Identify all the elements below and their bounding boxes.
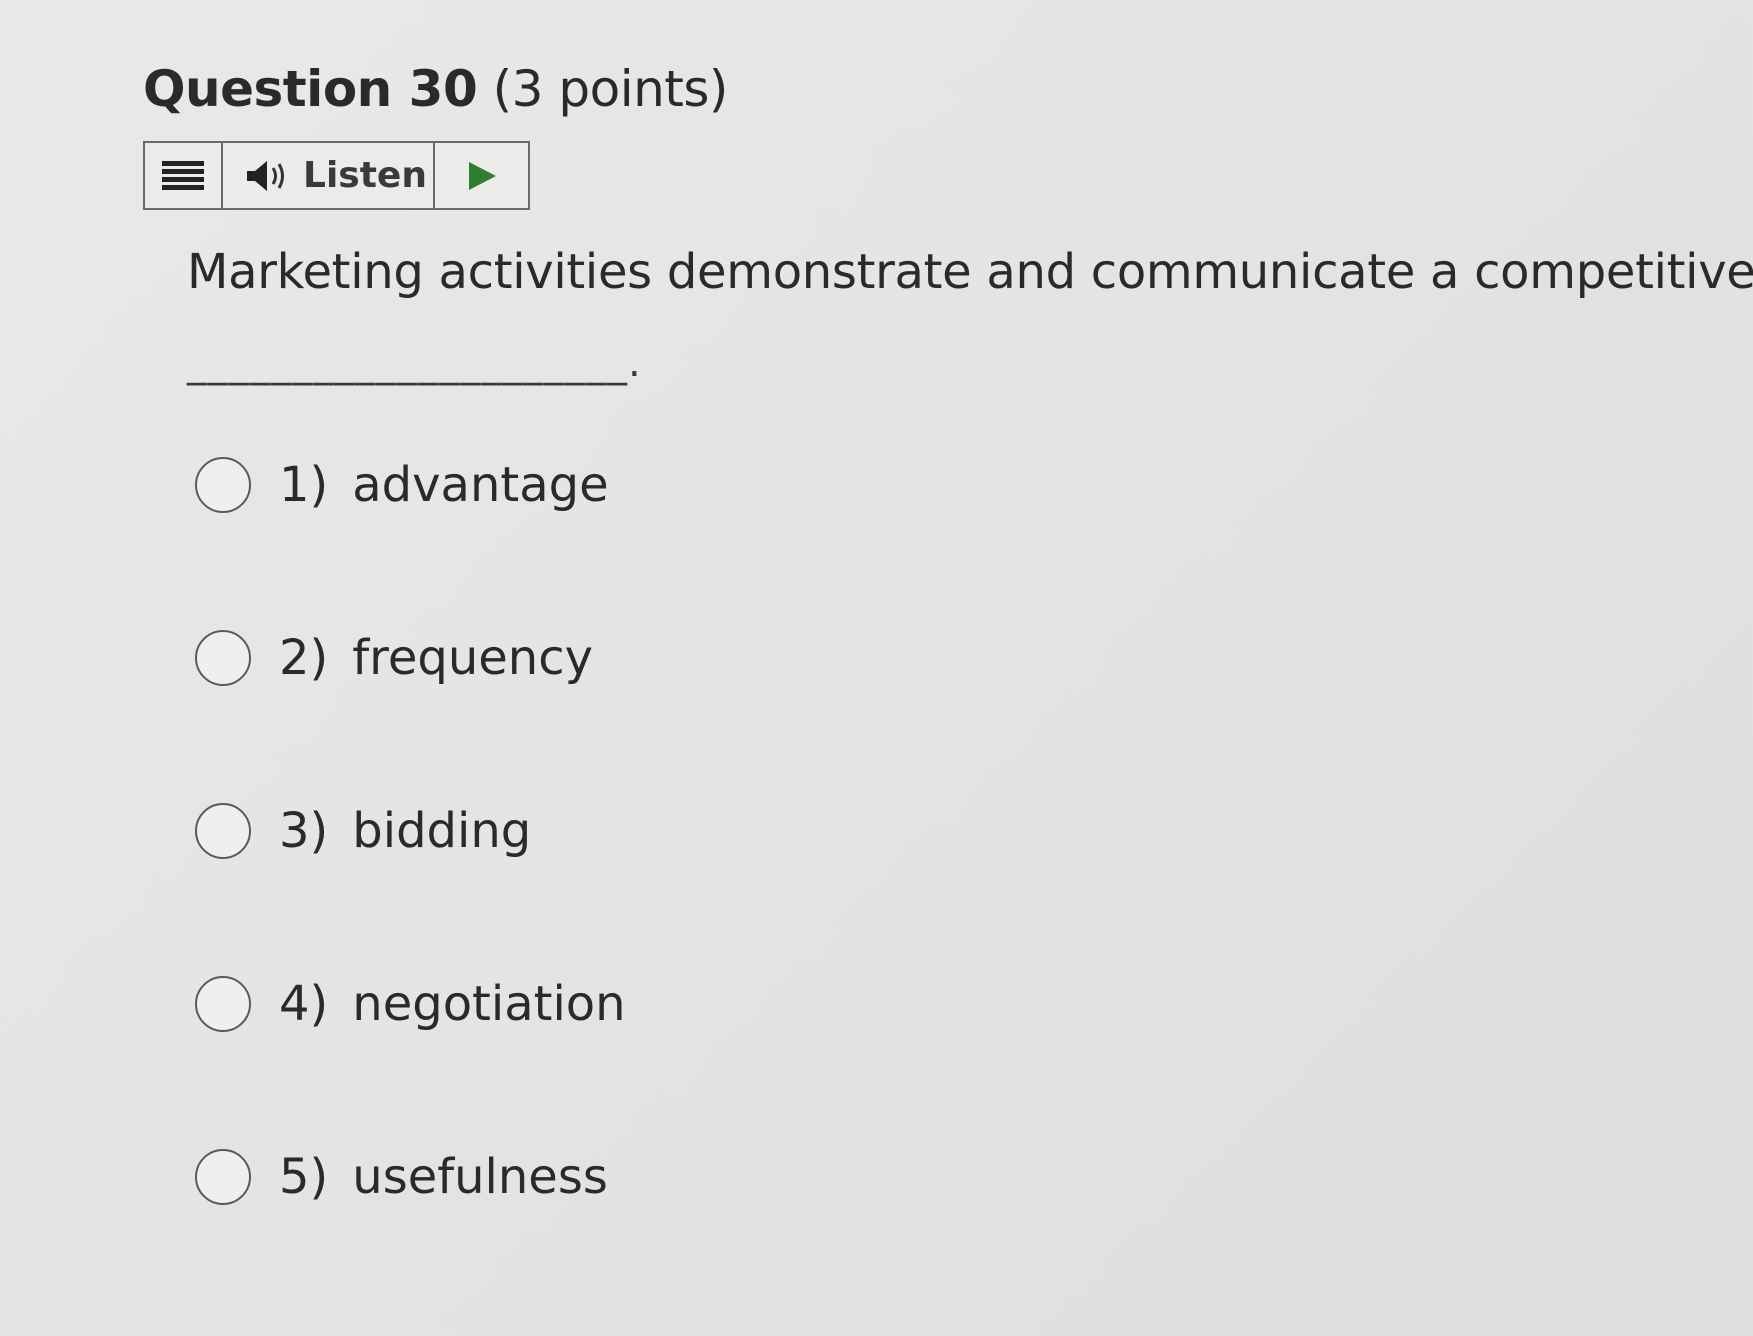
question-number: Question 30	[143, 60, 478, 118]
option-number: 3)	[279, 803, 329, 859]
answer-blank: _____________________.	[187, 340, 642, 386]
menu-icon	[162, 160, 204, 190]
option-label: advantage	[352, 457, 609, 513]
radio-button[interactable]	[195, 1149, 251, 1205]
radio-button[interactable]	[195, 803, 251, 859]
radio-button[interactable]	[195, 976, 251, 1032]
question-header: Question 30 (3 points)	[143, 60, 728, 118]
option-2[interactable]: 2) frequency	[195, 623, 593, 693]
speaker-icon	[247, 160, 284, 191]
play-icon	[468, 161, 496, 190]
menu-button[interactable]	[145, 143, 223, 208]
option-1[interactable]: 1) advantage	[195, 450, 609, 520]
question-points: (3 points)	[492, 60, 729, 118]
option-label: frequency	[352, 630, 594, 686]
option-4[interactable]: 4) negotiation	[195, 969, 626, 1039]
option-5[interactable]: 5) usefulness	[195, 1142, 608, 1212]
listen-button[interactable]: Listen	[223, 143, 435, 208]
radio-button[interactable]	[195, 630, 251, 686]
question-prompt: Marketing activities demonstrate and com…	[187, 244, 1753, 300]
option-number: 4)	[279, 976, 329, 1032]
option-number: 1)	[279, 457, 329, 513]
quiz-page: Question 30 (3 points) Listen Marketing …	[0, 0, 1753, 1336]
option-number: 2)	[279, 630, 329, 686]
listen-toolbar: Listen	[143, 141, 530, 210]
option-3[interactable]: 3) bidding	[195, 796, 531, 866]
radio-button[interactable]	[195, 457, 251, 513]
listen-label: Listen	[303, 155, 427, 196]
option-label: usefulness	[352, 1149, 608, 1205]
option-number: 5)	[279, 1149, 329, 1205]
play-button[interactable]	[435, 143, 528, 208]
option-label: bidding	[352, 803, 532, 859]
option-label: negotiation	[352, 976, 626, 1032]
